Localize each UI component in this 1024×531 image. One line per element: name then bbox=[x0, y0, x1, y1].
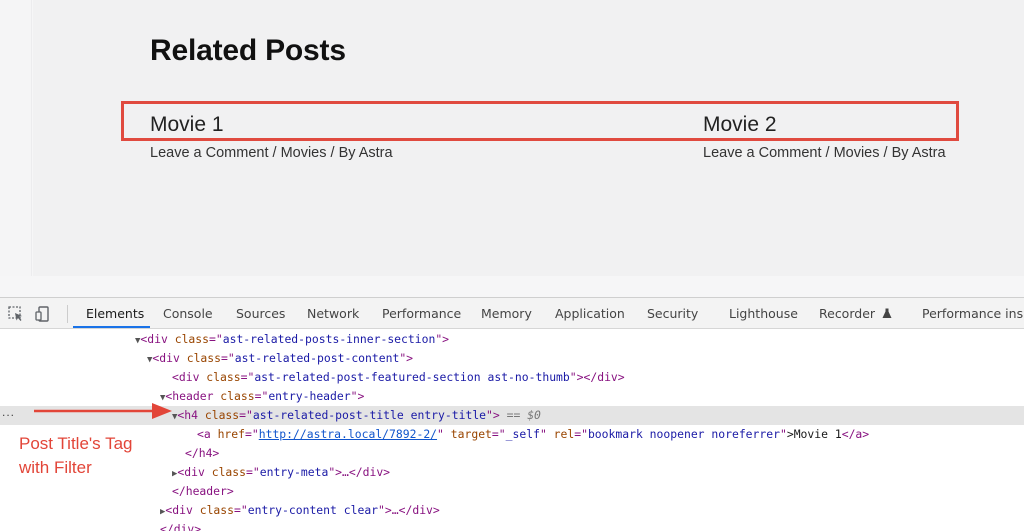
dom-node[interactable]: </header> bbox=[0, 482, 1024, 501]
flask-icon bbox=[882, 307, 892, 322]
post-meta-movie-2: Leave a Comment / Movies / By Astra bbox=[703, 145, 946, 161]
active-tab-indicator bbox=[73, 326, 150, 328]
tab-application[interactable]: Application bbox=[555, 306, 625, 321]
dom-node[interactable]: <a href="http://astra.local/7892-2/" tar… bbox=[0, 425, 1024, 444]
dom-node[interactable]: </div> bbox=[0, 520, 1024, 531]
tab-elements[interactable]: Elements bbox=[86, 306, 144, 321]
devtools-toolbar: Elements Console Sources Network Perform… bbox=[0, 298, 1024, 329]
related-posts-heading: Related Posts bbox=[150, 34, 346, 67]
dom-node[interactable]: ▶<div class="entry-content clear">…</div… bbox=[0, 501, 1024, 520]
tab-performance[interactable]: Performance bbox=[382, 306, 461, 321]
annotation-label-line2: with Filter bbox=[19, 458, 92, 477]
highlight-box bbox=[121, 101, 959, 141]
tab-recorder-label: Recorder bbox=[819, 306, 876, 321]
tab-lighthouse[interactable]: Lighthouse bbox=[729, 306, 798, 321]
annotation-label-line1: Post Title's Tag bbox=[19, 434, 133, 453]
post-meta-movie-1: Leave a Comment / Movies / By Astra bbox=[150, 145, 393, 161]
tab-sources[interactable]: Sources bbox=[236, 306, 285, 321]
href-link[interactable]: http://astra.local/7892-2/ bbox=[259, 427, 437, 441]
device-toolbar-icon[interactable] bbox=[34, 305, 52, 323]
annotation-arrow-icon bbox=[34, 403, 172, 419]
dom-tree: ▼<div class="ast-related-posts-inner-sec… bbox=[0, 330, 1024, 531]
dom-node[interactable]: ▼<div class="ast-related-post-content"> bbox=[0, 349, 1024, 368]
dom-node[interactable]: <div class="ast-related-post-featured-se… bbox=[0, 368, 1024, 387]
page-left-margin bbox=[0, 0, 32, 276]
webpage-viewport: Related Posts Movie 1 Leave a Comment / … bbox=[0, 0, 1024, 297]
node-actions-ellipsis[interactable]: ... bbox=[2, 405, 15, 419]
tab-console[interactable]: Console bbox=[163, 306, 213, 321]
toolbar-separator bbox=[67, 305, 68, 323]
tab-performance-insights[interactable]: Performance insig bbox=[922, 306, 1024, 321]
tab-network[interactable]: Network bbox=[307, 306, 359, 321]
dom-node[interactable]: ▶<div class="entry-meta">…</div> bbox=[0, 463, 1024, 482]
inspect-element-icon[interactable] bbox=[7, 305, 25, 323]
tab-recorder[interactable]: Recorder bbox=[819, 306, 892, 322]
tab-memory[interactable]: Memory bbox=[481, 306, 532, 321]
dom-node[interactable]: ▼<div class="ast-related-posts-inner-sec… bbox=[0, 330, 1024, 349]
dom-node[interactable]: </h4> bbox=[0, 444, 1024, 463]
tab-security[interactable]: Security bbox=[647, 306, 698, 321]
